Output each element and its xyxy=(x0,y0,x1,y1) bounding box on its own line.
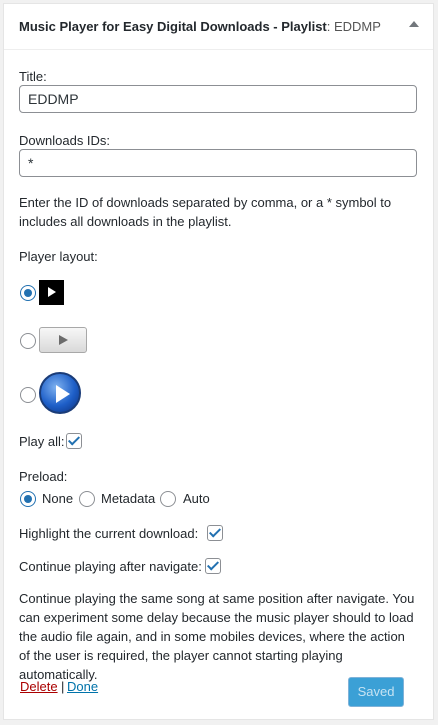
downloads-ids-help: Enter the ID of downloads separated by c… xyxy=(19,195,392,229)
saved-button[interactable]: Saved xyxy=(348,677,404,707)
grey-button-play-icon[interactable] xyxy=(39,327,87,353)
preload-none-radio[interactable] xyxy=(20,491,36,507)
layout-radio-3[interactable] xyxy=(20,387,36,403)
black-square-play-icon[interactable] xyxy=(39,280,64,305)
preload-auto-label: Auto xyxy=(183,491,210,506)
preload-label: Preload: xyxy=(19,469,68,484)
widget-title: Music Player for Easy Digital Downloads … xyxy=(19,19,381,34)
widget-title-suffix: : EDDMP xyxy=(326,19,381,34)
player-layout-label: Player layout: xyxy=(19,249,98,264)
widget-header[interactable]: Music Player for Easy Digital Downloads … xyxy=(4,4,433,50)
playlist-widget: Music Player for Easy Digital Downloads … xyxy=(3,3,434,720)
highlight-checkbox[interactable] xyxy=(207,525,223,541)
link-separator: | xyxy=(61,679,65,694)
delete-link[interactable]: Delete xyxy=(20,679,58,694)
downloads-ids-label: Downloads IDs: xyxy=(19,133,111,148)
continue-playing-help: Continue playing the same song at same p… xyxy=(19,591,415,682)
collapse-arrow-icon[interactable] xyxy=(409,21,419,27)
widget-title-text: Music Player for Easy Digital Downloads … xyxy=(19,19,327,34)
layout-radio-1[interactable] xyxy=(20,285,36,301)
layout-radio-2[interactable] xyxy=(20,333,36,349)
preload-metadata-radio[interactable] xyxy=(79,491,95,507)
preload-metadata-label: Metadata xyxy=(101,491,156,506)
blue-circle-play-icon[interactable] xyxy=(39,372,81,414)
play-all-checkbox[interactable] xyxy=(66,433,82,449)
preload-none-label: None xyxy=(42,491,74,506)
highlight-label: Highlight the current download: xyxy=(19,526,199,541)
continue-playing-label: Continue playing after navigate: xyxy=(19,559,202,574)
play-all-label: Play all: xyxy=(19,434,65,449)
done-link[interactable]: Done xyxy=(67,679,98,694)
downloads-ids-input[interactable] xyxy=(19,149,417,177)
preload-auto-radio[interactable] xyxy=(160,491,176,507)
title-label: Title: xyxy=(19,69,47,84)
continue-playing-checkbox[interactable] xyxy=(205,558,221,574)
title-input[interactable] xyxy=(19,85,417,113)
